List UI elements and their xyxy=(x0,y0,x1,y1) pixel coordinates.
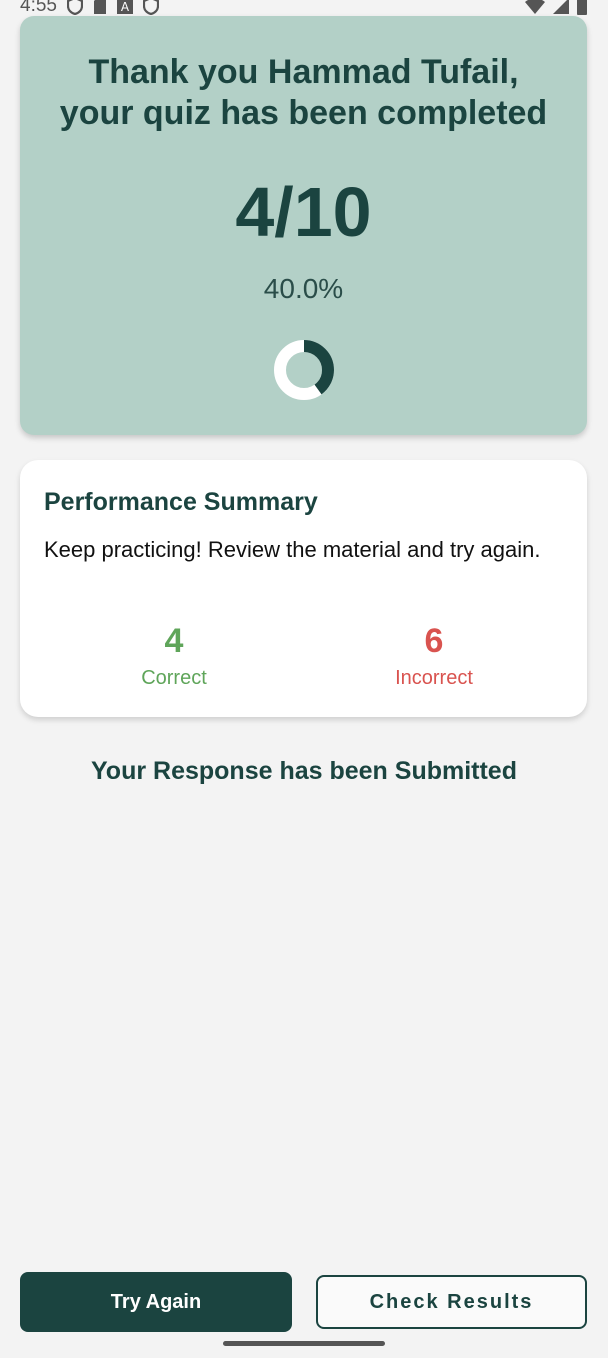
shield-icon xyxy=(142,0,159,15)
svg-text:A: A xyxy=(121,0,130,14)
incorrect-stat: 6 Incorrect xyxy=(354,620,514,690)
correct-label: Correct xyxy=(141,667,207,689)
sd-card-icon xyxy=(93,0,107,15)
home-indicator[interactable] xyxy=(223,1341,385,1346)
status-time: 4:55 xyxy=(20,0,57,16)
status-right xyxy=(524,0,588,15)
performance-summary-card: Performance Summary Keep practicing! Rev… xyxy=(20,460,587,717)
completion-line-1: Thank you Hammad Tufail, xyxy=(88,53,519,91)
wifi-icon xyxy=(524,0,546,15)
correct-stat: 4 Correct xyxy=(94,620,254,690)
incorrect-count: 6 xyxy=(424,622,444,660)
incorrect-label: Incorrect xyxy=(395,667,473,689)
cell-signal-icon xyxy=(552,0,570,15)
score-percent: 40.0% xyxy=(263,273,344,304)
summary-title: Performance Summary xyxy=(44,488,318,516)
try-again-button[interactable]: Try Again xyxy=(20,1272,292,1332)
correct-count: 4 xyxy=(164,622,184,660)
shield-icon xyxy=(66,0,83,15)
score-card: Thank you Hammad Tufail, your quiz has b… xyxy=(20,16,587,435)
summary-message: Keep practicing! Review the material and… xyxy=(44,537,541,562)
font-a-icon: A xyxy=(116,0,133,15)
completion-line-2: your quiz has been completed xyxy=(59,94,548,132)
submission-confirmation: Your Response has been Submitted xyxy=(90,757,517,785)
check-results-button[interactable]: Check Results xyxy=(316,1275,587,1329)
score-progress-ring xyxy=(274,340,334,400)
battery-icon xyxy=(576,0,588,15)
status-left: 4:55 A xyxy=(20,0,159,17)
completion-message: Thank you Hammad Tufail, your quiz has b… xyxy=(20,52,587,134)
score-value: 4/10 xyxy=(235,173,372,251)
